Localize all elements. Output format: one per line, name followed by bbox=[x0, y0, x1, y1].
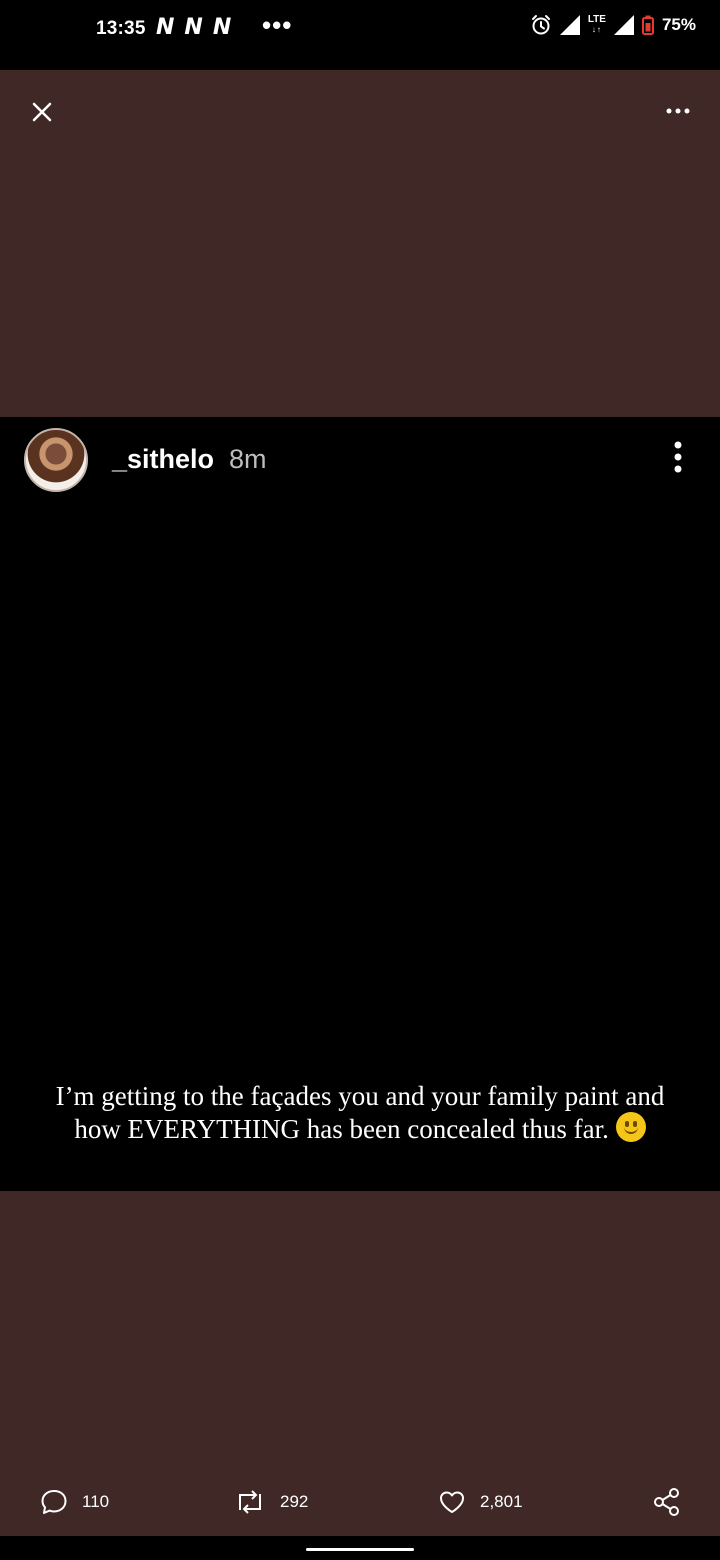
close-button[interactable] bbox=[24, 94, 60, 130]
share-button[interactable] bbox=[652, 1480, 682, 1524]
comment-count: 110 bbox=[82, 1492, 110, 1511]
story-screenshot: _sithelo 8m bbox=[0, 417, 720, 1191]
heart-icon bbox=[440, 1491, 464, 1513]
navigation-bar bbox=[0, 1536, 720, 1560]
netflix-notification-icon: N bbox=[156, 15, 175, 40]
netflix-notification-icon: N bbox=[184, 15, 203, 40]
battery-icon bbox=[641, 15, 654, 35]
more-options-button[interactable] bbox=[660, 96, 696, 126]
story-username[interactable]: _sithelo bbox=[112, 444, 214, 475]
more-horizontal-icon bbox=[666, 108, 690, 114]
caption-line: I’m getting to the façades you and your … bbox=[55, 1081, 665, 1111]
story-timestamp: 8m bbox=[229, 444, 267, 474]
repost-button[interactable]: 292 bbox=[234, 1480, 308, 1524]
repost-icon bbox=[239, 1490, 261, 1514]
like-button[interactable]: 2,801 bbox=[438, 1480, 523, 1524]
comment-icon bbox=[41, 1490, 67, 1514]
alarm-icon bbox=[531, 15, 550, 35]
action-bar: 110 292 2,801 bbox=[0, 1480, 720, 1524]
close-icon bbox=[32, 102, 52, 122]
story-caption: I’m getting to the façades you and your … bbox=[0, 1081, 720, 1145]
signal-icon bbox=[559, 15, 580, 35]
status-time: 13:35 bbox=[96, 18, 146, 39]
like-count: 2,801 bbox=[480, 1492, 523, 1511]
caption-line: how EVERYTHING has been concealed thus f… bbox=[0, 1112, 720, 1145]
status-bar: 13:35 N N N ••• LTE ↓↑ 75% bbox=[0, 0, 720, 70]
slightly-smiling-face-icon bbox=[615, 1112, 646, 1142]
story-menu-button[interactable] bbox=[666, 439, 690, 479]
status-right: LTE ↓↑ 75% bbox=[530, 14, 696, 36]
battery-percent: 75% bbox=[661, 15, 696, 34]
netflix-notification-icon: N bbox=[212, 15, 232, 40]
share-icon bbox=[654, 1488, 679, 1516]
notification-icons: N N N bbox=[156, 17, 231, 39]
signal-icon bbox=[613, 15, 634, 35]
lte-icon: LTE ↓↑ bbox=[587, 14, 606, 35]
more-notifications-icon: ••• bbox=[262, 10, 293, 40]
home-indicator[interactable] bbox=[306, 1548, 414, 1551]
avatar[interactable] bbox=[24, 428, 88, 492]
more-vertical-icon bbox=[674, 441, 682, 473]
comment-button[interactable]: 110 bbox=[40, 1480, 109, 1524]
top-backdrop bbox=[0, 70, 720, 417]
repost-count: 292 bbox=[280, 1492, 309, 1511]
